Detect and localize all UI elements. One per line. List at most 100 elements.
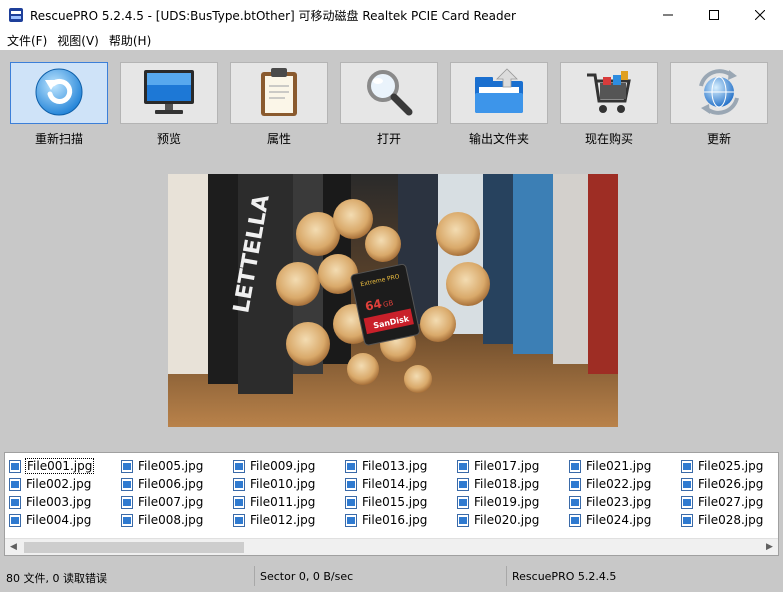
rescan-label: 重新扫描 <box>34 132 83 146</box>
image-file-icon <box>121 477 133 491</box>
file-item[interactable]: File018.jpg <box>453 475 565 493</box>
update-label: 更新 <box>706 132 731 146</box>
file-item[interactable]: File002.jpg <box>5 475 117 493</box>
image-file-icon <box>681 513 693 527</box>
file-item[interactable]: File015.jpg <box>341 493 453 511</box>
properties-label: 属性 <box>266 132 291 146</box>
menu-file[interactable]: 文件(F) <box>2 32 52 49</box>
image-file-icon <box>233 495 245 509</box>
image-file-icon <box>569 459 581 473</box>
output-folder-label: 输出文件夹 <box>468 132 529 146</box>
file-column: File005.jpg File006.jpg File007.jpg File… <box>117 457 229 529</box>
file-item[interactable]: File011.jpg <box>229 493 341 511</box>
image-file-icon <box>121 495 133 509</box>
preview-pane: LETTELLA Extreme PRO 64 GB SanDisk <box>0 154 783 450</box>
file-item[interactable]: File016.jpg <box>341 511 453 529</box>
image-file-icon <box>9 513 21 527</box>
file-item[interactable]: File012.jpg <box>229 511 341 529</box>
file-item[interactable]: File028.jpg <box>677 511 783 529</box>
file-item[interactable]: File001.jpg <box>5 457 117 475</box>
image-file-icon <box>569 477 581 491</box>
file-item[interactable]: File024.jpg <box>565 511 677 529</box>
file-item[interactable]: File008.jpg <box>117 511 229 529</box>
file-item[interactable]: File026.jpg <box>677 475 783 493</box>
title-bar: RescuePRO 5.2.4.5 - [UDS:BusType.btOther… <box>0 0 783 30</box>
open-label: 打开 <box>376 132 401 146</box>
buy-now-button[interactable]: 现在购买 <box>560 62 658 148</box>
app-logo-icon <box>8 7 24 23</box>
image-file-icon <box>9 459 21 473</box>
file-item[interactable]: File007.jpg <box>117 493 229 511</box>
file-item[interactable]: File013.jpg <box>341 457 453 475</box>
file-item[interactable]: File005.jpg <box>117 457 229 475</box>
image-file-icon <box>681 459 693 473</box>
image-file-icon <box>9 477 21 491</box>
file-column: File009.jpg File010.jpg File011.jpg File… <box>229 457 341 529</box>
file-item[interactable]: File014.jpg <box>341 475 453 493</box>
status-divider <box>506 566 507 586</box>
file-item[interactable]: File023.jpg <box>565 493 677 511</box>
file-list[interactable]: File001.jpg File002.jpg File003.jpg File… <box>4 452 779 556</box>
update-globe-icon <box>693 66 745 121</box>
file-item[interactable]: File010.jpg <box>229 475 341 493</box>
magnifier-icon <box>363 66 415 121</box>
image-file-icon <box>121 459 133 473</box>
output-folder-icon <box>471 67 527 120</box>
scroll-right-icon[interactable]: ▶ <box>761 539 778 555</box>
file-item[interactable]: File021.jpg <box>565 457 677 475</box>
file-column: File017.jpg File018.jpg File019.jpg File… <box>453 457 565 529</box>
preview-image: LETTELLA Extreme PRO 64 GB SanDisk <box>168 174 618 427</box>
rescan-icon <box>33 66 85 121</box>
status-version: RescuePRO 5.2.4.5 <box>512 570 617 583</box>
horizontal-scrollbar[interactable]: ◀ ▶ <box>5 538 778 555</box>
scrollbar-thumb[interactable] <box>24 542 244 553</box>
toolbar: 重新扫描 预览 属性 打开 输出文件夹 现在购买 更新 <box>0 50 783 154</box>
menu-help[interactable]: 帮助(H) <box>104 32 156 49</box>
file-item[interactable]: File003.jpg <box>5 493 117 511</box>
minimize-button[interactable] <box>645 0 691 30</box>
status-bar: 80 文件, 0 读取错误 Sector 0, 0 B/sec RescuePR… <box>0 560 783 592</box>
file-item[interactable]: File006.jpg <box>117 475 229 493</box>
window-title: RescuePRO 5.2.4.5 - [UDS:BusType.btOther… <box>30 8 516 23</box>
image-file-icon <box>457 477 469 491</box>
file-item[interactable]: File004.jpg <box>5 511 117 529</box>
image-file-icon <box>681 477 693 491</box>
buy-now-label: 现在购买 <box>584 132 633 146</box>
file-item[interactable]: File025.jpg <box>677 457 783 475</box>
file-item[interactable]: File009.jpg <box>229 457 341 475</box>
scroll-left-icon[interactable]: ◀ <box>5 539 22 555</box>
file-column: File021.jpg File022.jpg File023.jpg File… <box>565 457 677 529</box>
file-item[interactable]: File022.jpg <box>565 475 677 493</box>
preview-button[interactable]: 预览 <box>120 62 218 148</box>
status-file-count: 80 文件, 0 读取错误 <box>6 572 107 585</box>
image-file-icon <box>233 477 245 491</box>
preview-label: 预览 <box>156 132 181 146</box>
image-file-icon <box>233 459 245 473</box>
file-item[interactable]: File027.jpg <box>677 493 783 511</box>
image-file-icon <box>457 513 469 527</box>
update-button[interactable]: 更新 <box>670 62 768 148</box>
status-divider <box>254 566 255 586</box>
image-file-icon <box>9 495 21 509</box>
open-button[interactable]: 打开 <box>340 62 438 148</box>
output-folder-button[interactable]: 输出文件夹 <box>450 62 548 148</box>
image-file-icon <box>345 495 357 509</box>
shopping-cart-icon <box>583 67 635 120</box>
rescan-button[interactable]: 重新扫描 <box>10 62 108 148</box>
file-item[interactable]: File019.jpg <box>453 493 565 511</box>
close-button[interactable] <box>737 0 783 30</box>
monitor-icon <box>141 67 197 120</box>
maximize-button[interactable] <box>691 0 737 30</box>
properties-button[interactable]: 属性 <box>230 62 328 148</box>
file-item[interactable]: File017.jpg <box>453 457 565 475</box>
menu-view[interactable]: 视图(V) <box>52 32 104 49</box>
image-file-icon <box>457 495 469 509</box>
image-file-icon <box>569 513 581 527</box>
image-file-icon <box>569 495 581 509</box>
image-file-icon <box>345 459 357 473</box>
image-file-icon <box>121 513 133 527</box>
file-item[interactable]: File020.jpg <box>453 511 565 529</box>
file-column: File025.jpg File026.jpg File027.jpg File… <box>677 457 783 529</box>
file-column: File001.jpg File002.jpg File003.jpg File… <box>5 457 117 529</box>
menu-bar: 文件(F) 视图(V) 帮助(H) <box>0 30 783 50</box>
